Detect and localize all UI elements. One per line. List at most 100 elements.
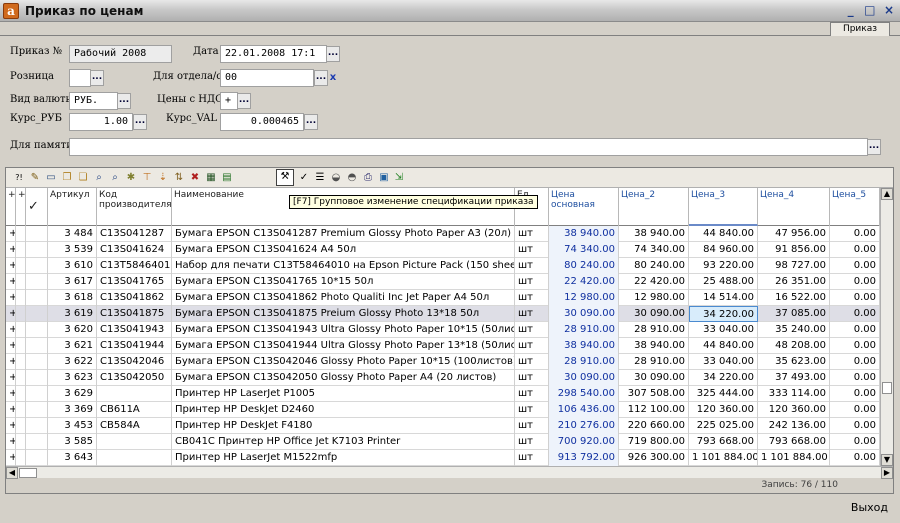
table-row[interactable]: +3 622C13S042046Бумага EPSON C13S042046 … [6,354,880,370]
row-price-4[interactable]: 35 240.00 [758,322,830,338]
row-mark[interactable]: + [6,322,16,338]
row-article[interactable]: 3 484 [48,226,97,242]
paste-icon[interactable]: ❏ [76,171,90,185]
row-mark[interactable]: + [6,450,16,466]
row-price-5[interactable]: 0.00 [830,354,880,370]
row-check[interactable] [26,226,48,242]
department-clear-button[interactable]: x [328,71,338,85]
row-flag[interactable] [16,274,26,290]
row-name[interactable]: Бумага EPSON C13S042050 Glossy Photo Pap… [172,370,515,386]
row-flag[interactable] [16,226,26,242]
row-check[interactable] [26,338,48,354]
row-unit[interactable]: шт [515,354,549,370]
row-base-price[interactable]: 30 090.00 [549,370,619,386]
row-price-4[interactable]: 333 114.00 [758,386,830,402]
row-price-3[interactable]: 14 514.00 [689,290,758,306]
row-base-price[interactable]: 74 340.00 [549,242,619,258]
row-unit[interactable]: шт [515,418,549,434]
row-base-price[interactable]: 298 540.00 [549,386,619,402]
export-icon[interactable]: ▦ [204,171,218,185]
horizontal-scrollbar[interactable]: ◀ ▶ [6,466,893,479]
row-unit[interactable]: шт [515,306,549,322]
row-base-price[interactable]: 38 940.00 [549,226,619,242]
row-base-price[interactable]: 12 980.00 [549,290,619,306]
row-code[interactable]: C13T58464010 [97,258,172,274]
row-price-5[interactable]: 0.00 [830,402,880,418]
table-row[interactable]: +3 619C13S041875Бумага EPSON C13S041875 … [6,306,880,322]
row-unit[interactable]: шт [515,370,549,386]
save-icon[interactable]: ▣ [377,171,391,185]
row-code[interactable]: CB611A [97,402,172,418]
table-row[interactable]: +3 643 Принтер HP LaserJet M1522mfpшт913 … [6,450,880,466]
row-article[interactable]: 3 617 [48,274,97,290]
row-flag[interactable] [16,402,26,418]
row-price-4[interactable]: 26 351.00 [758,274,830,290]
row-flag[interactable] [16,338,26,354]
row-name[interactable]: Бумага EPSON C13S041875 Preium Glossy Ph… [172,306,515,322]
table-row[interactable]: +3 539C13S041624Бумага EPSON C13S041624 … [6,242,880,258]
row-price-2[interactable]: 12 980.00 [619,290,689,306]
row-code[interactable]: C13S041287 [97,226,172,242]
table-row[interactable]: +3 623C13S042050Бумага EPSON C13S042050 … [6,370,880,386]
vat-select-button[interactable]: ... [237,93,251,109]
apply-icon[interactable]: ⇲ [392,171,406,185]
row-code[interactable]: CB584A [97,418,172,434]
group-edit-tools-icon[interactable]: ⚒ [276,169,294,186]
row-price-4[interactable]: 91 856.00 [758,242,830,258]
date-picker-button[interactable]: ... [326,46,340,62]
row-name[interactable]: Принтер HP LaserJet M1522mfp [172,450,515,466]
row-code[interactable]: C13S041875 [97,306,172,322]
stack-icon[interactable]: ◒ [329,171,343,185]
row-price-4[interactable]: 1 101 884.00 [758,450,830,466]
row-unit[interactable]: шт [515,402,549,418]
scroll-left-icon[interactable]: ◀ [6,467,18,479]
row-name[interactable]: Бумага EPSON C13S041765 10*15 50л [172,274,515,290]
minimize-button[interactable]: _ [844,3,858,17]
row-flag[interactable] [16,258,26,274]
row-price-2[interactable]: 220 660.00 [619,418,689,434]
row-base-price[interactable]: 210 276.00 [549,418,619,434]
row-name[interactable]: CB041C Принтер HP Office Jet K7103 Print… [172,434,515,450]
table-row[interactable]: +3 620C13S041943Бумага EPSON C13S041943 … [6,322,880,338]
row-name[interactable]: Принтер HP DeskJet D2460 [172,402,515,418]
row-price-4[interactable]: 16 522.00 [758,290,830,306]
row-base-price[interactable]: 913 792.00 [549,450,619,466]
row-code[interactable] [97,434,172,450]
scroll-right-icon[interactable]: ▶ [881,467,893,479]
row-name[interactable]: Принтер HP LaserJet P1005 [172,386,515,402]
row-price-3[interactable]: 225 025.00 [689,418,758,434]
row-flag[interactable] [16,418,26,434]
row-price-2[interactable]: 28 910.00 [619,322,689,338]
row-base-price[interactable]: 80 240.00 [549,258,619,274]
row-flag[interactable] [16,450,26,466]
row-name[interactable]: Бумага EPSON C13S041943 Ultra Glossy Pho… [172,322,515,338]
scroll-up-icon[interactable]: ▲ [881,188,893,200]
row-code[interactable]: C13S041624 [97,242,172,258]
row-check[interactable] [26,354,48,370]
print-icon[interactable]: ⎙ [361,171,375,185]
header-code[interactable]: Код производителя [97,188,172,226]
row-price-3[interactable]: 793 668.00 [689,434,758,450]
copy-icon[interactable]: ❐ [60,171,74,185]
row-unit[interactable]: шт [515,338,549,354]
currency-field[interactable]: РУБ. [69,92,118,110]
row-article[interactable]: 3 620 [48,322,97,338]
row-name[interactable]: Бумага EPSON C13S041287 Premium Glossy P… [172,226,515,242]
row-mark[interactable]: + [6,354,16,370]
find-next-icon[interactable]: ⌕ [108,171,122,185]
row-price-3[interactable]: 325 444.00 [689,386,758,402]
row-price-3[interactable]: 1 101 884.00 [689,450,758,466]
row-code[interactable]: C13S042050 [97,370,172,386]
row-base-price[interactable]: 700 920.00 [549,434,619,450]
new-doc-icon[interactable]: ▭ [44,171,58,185]
rate-val-button[interactable]: ... [304,114,318,130]
row-price-4[interactable]: 793 668.00 [758,434,830,450]
row-price-3[interactable]: 84 960.00 [689,242,758,258]
date-field[interactable]: 22.01.2008 17:1 [220,45,327,63]
row-code[interactable]: C13S041944 [97,338,172,354]
row-price-4[interactable]: 35 623.00 [758,354,830,370]
row-price-3[interactable]: 34 220.00 [689,370,758,386]
row-unit[interactable]: шт [515,386,549,402]
row-price-4[interactable]: 48 208.00 [758,338,830,354]
row-unit[interactable]: шт [515,242,549,258]
